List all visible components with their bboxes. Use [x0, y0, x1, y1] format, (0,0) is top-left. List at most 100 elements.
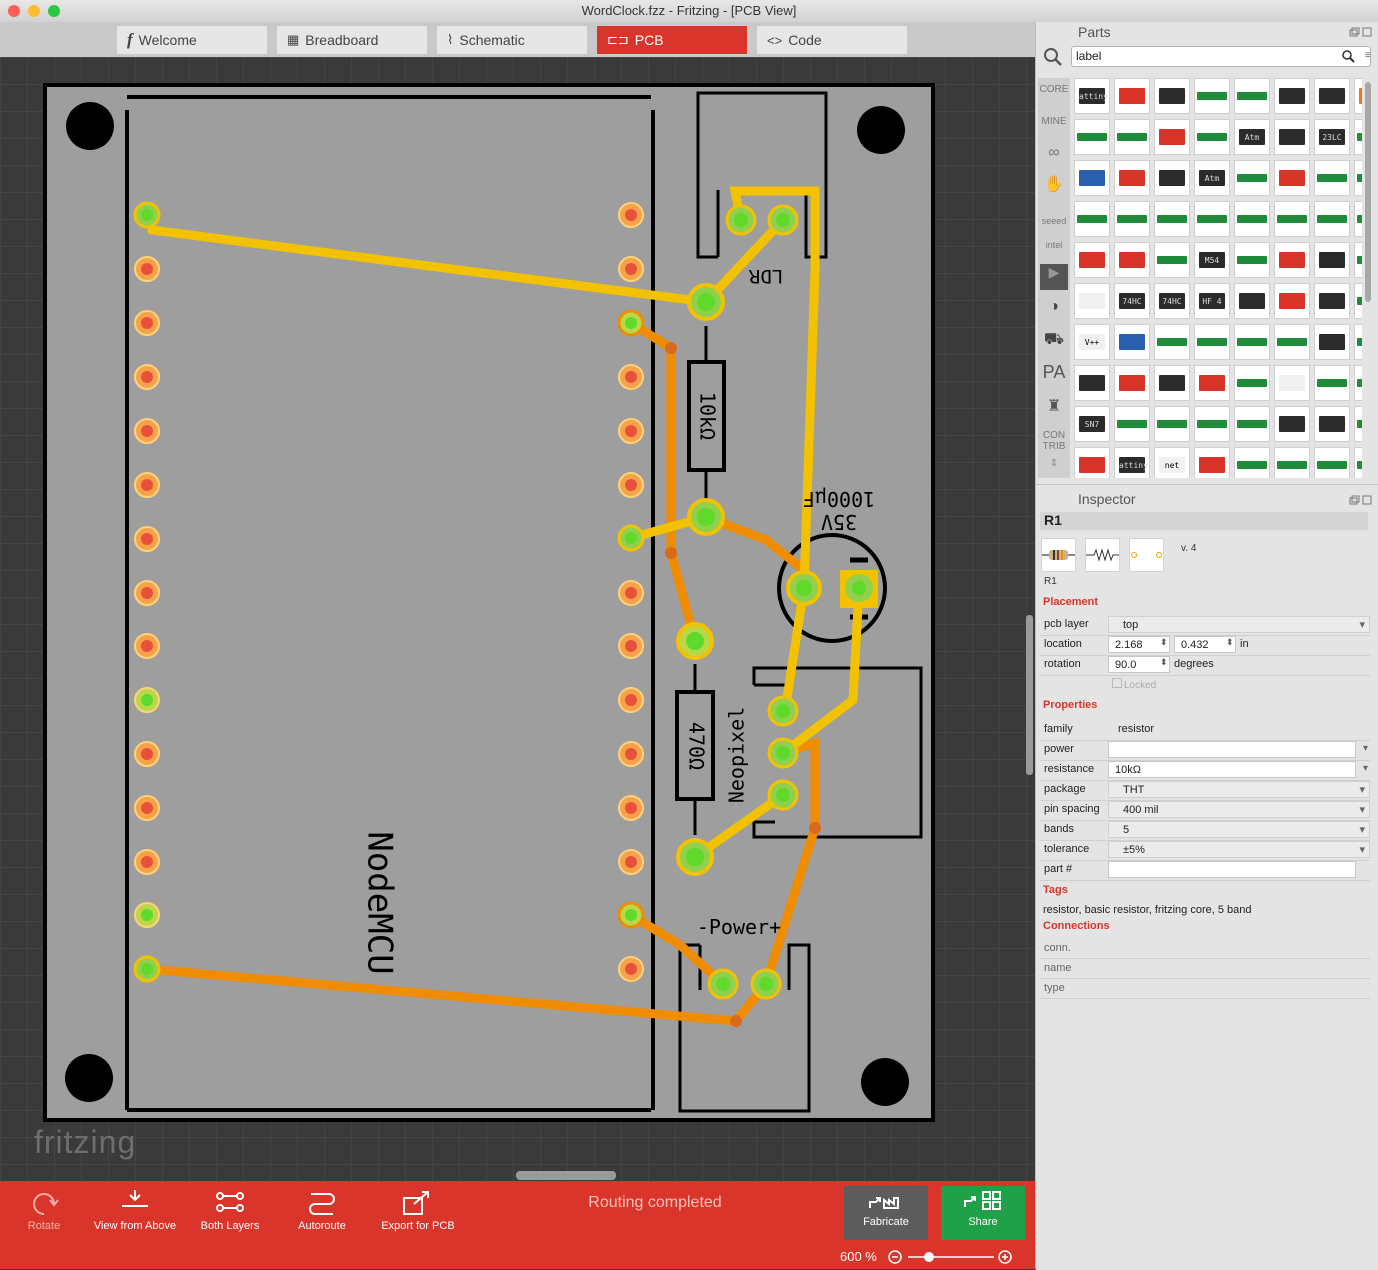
- tab-welcome[interactable]: f Welcome: [117, 26, 267, 54]
- pcb-layer-select[interactable]: top: [1108, 616, 1370, 633]
- part-tile[interactable]: [1354, 324, 1362, 360]
- property-value[interactable]: [1108, 861, 1356, 878]
- part-tile[interactable]: [1114, 406, 1150, 442]
- part-tile[interactable]: [1314, 447, 1350, 478]
- part-tile[interactable]: [1154, 406, 1190, 442]
- part-tile[interactable]: [1154, 242, 1190, 278]
- chevron-down-icon[interactable]: ▾: [1363, 743, 1368, 754]
- part-tile[interactable]: [1194, 119, 1230, 155]
- part-tile[interactable]: [1274, 78, 1310, 114]
- share-button[interactable]: Share: [941, 1186, 1025, 1240]
- arduino-icon[interactable]: ∞: [1038, 144, 1070, 162]
- sparkfun-icon[interactable]: ◑: [1038, 298, 1070, 316]
- canvas-vertical-scrollbar[interactable]: [1026, 615, 1033, 775]
- part-tile[interactable]: [1114, 78, 1150, 114]
- car-icon[interactable]: ⛟: [1038, 330, 1070, 350]
- part-tile[interactable]: [1194, 201, 1230, 237]
- part-tile[interactable]: [1314, 242, 1350, 278]
- part-tile[interactable]: [1314, 283, 1350, 319]
- part-tile[interactable]: [1074, 447, 1110, 478]
- part-tile[interactable]: SN7: [1074, 406, 1110, 442]
- part-tile[interactable]: [1114, 365, 1150, 401]
- tab-schematic[interactable]: ⌇ Schematic: [437, 26, 587, 54]
- part-tile[interactable]: [1234, 201, 1270, 237]
- part-tile[interactable]: [1194, 78, 1230, 114]
- tab-breadboard[interactable]: ▦ Breadboard: [277, 26, 427, 54]
- part-tile[interactable]: [1274, 365, 1310, 401]
- part-tile[interactable]: [1234, 406, 1270, 442]
- part-tile[interactable]: 74HC: [1114, 283, 1150, 319]
- part-tile[interactable]: [1074, 119, 1110, 155]
- part-tile[interactable]: [1234, 365, 1270, 401]
- part-tile[interactable]: [1194, 406, 1230, 442]
- part-tile[interactable]: [1274, 242, 1310, 278]
- bin-mine[interactable]: MINE: [1038, 116, 1070, 127]
- piano-icon[interactable]: ♜: [1038, 396, 1070, 416]
- property-value[interactable]: THT: [1108, 781, 1370, 798]
- property-value[interactable]: ±5%: [1108, 841, 1370, 858]
- part-tile[interactable]: [1234, 78, 1270, 114]
- video-bin-icon[interactable]: ▶: [1040, 264, 1068, 290]
- part-tile[interactable]: [1314, 201, 1350, 237]
- part-tile[interactable]: [1154, 365, 1190, 401]
- part-tile[interactable]: attiny: [1074, 78, 1110, 114]
- pcb-canvas[interactable]: LDR 10kΩ 35V 1000μF Neopixel 470Ω NodeMC…: [0, 57, 1035, 1181]
- part-tile[interactable]: M54: [1194, 242, 1230, 278]
- part-tile[interactable]: [1274, 324, 1310, 360]
- part-tile[interactable]: [1114, 324, 1150, 360]
- part-tile[interactable]: [1354, 283, 1362, 319]
- bin-core[interactable]: CORE: [1038, 84, 1070, 95]
- part-tile[interactable]: [1354, 78, 1362, 114]
- part-tile[interactable]: [1274, 447, 1310, 478]
- bin-scroll-arrows-icon[interactable]: ⇕: [1038, 458, 1070, 469]
- part-tile[interactable]: [1314, 365, 1350, 401]
- bin-intel[interactable]: intel: [1038, 240, 1070, 250]
- part-tile[interactable]: [1314, 78, 1350, 114]
- bin-pa[interactable]: PA: [1038, 362, 1070, 383]
- part-tile[interactable]: [1274, 406, 1310, 442]
- panel-float-icon[interactable]: [1348, 27, 1372, 39]
- chevron-down-icon[interactable]: ▾: [1363, 763, 1368, 774]
- part-tile[interactable]: [1074, 160, 1110, 196]
- rotation-stepper-icon[interactable]: ⬍: [1160, 657, 1168, 668]
- part-tile[interactable]: [1314, 406, 1350, 442]
- part-tile[interactable]: [1354, 119, 1362, 155]
- property-value[interactable]: 10kΩ: [1108, 761, 1356, 778]
- property-value[interactable]: 5: [1108, 821, 1370, 838]
- part-tile[interactable]: [1354, 447, 1362, 478]
- part-tile[interactable]: [1114, 160, 1150, 196]
- parts-search-input[interactable]: label: [1071, 46, 1371, 67]
- part-tile[interactable]: [1354, 160, 1362, 196]
- zoom-slider-handle[interactable]: [924, 1252, 934, 1262]
- zoom-slider[interactable]: [886, 1246, 1016, 1269]
- part-tile[interactable]: [1314, 324, 1350, 360]
- location-x-stepper-icon[interactable]: ⬍: [1160, 637, 1168, 648]
- part-tile[interactable]: [1234, 160, 1270, 196]
- part-tile[interactable]: [1114, 119, 1150, 155]
- part-tile[interactable]: attiny: [1114, 447, 1150, 478]
- autoroute-button[interactable]: Autoroute: [293, 1181, 351, 1246]
- menu-icon[interactable]: ≡: [1365, 50, 1371, 61]
- property-value[interactable]: 400 mil: [1108, 801, 1370, 818]
- part-tile[interactable]: [1114, 201, 1150, 237]
- locked-checkbox[interactable]: Locked: [1112, 678, 1156, 691]
- part-tile[interactable]: [1354, 365, 1362, 401]
- part-tile[interactable]: [1194, 365, 1230, 401]
- part-tile[interactable]: [1194, 447, 1230, 478]
- part-tile[interactable]: [1074, 283, 1110, 319]
- view-from-above-button[interactable]: View from Above: [92, 1181, 178, 1246]
- parts-scrollbar[interactable]: [1365, 82, 1371, 302]
- part-tile[interactable]: HF 4: [1194, 283, 1230, 319]
- part-tile[interactable]: [1234, 242, 1270, 278]
- part-tile[interactable]: [1274, 160, 1310, 196]
- search-icon[interactable]: [1042, 46, 1064, 68]
- export-for-pcb-button[interactable]: Export for PCB: [380, 1181, 456, 1246]
- part-tile[interactable]: [1074, 242, 1110, 278]
- part-tile[interactable]: 74HC: [1154, 283, 1190, 319]
- rotate-button[interactable]: Rotate: [22, 1181, 66, 1246]
- both-layers-button[interactable]: Both Layers: [198, 1181, 262, 1246]
- part-tile[interactable]: [1114, 242, 1150, 278]
- part-tile[interactable]: [1154, 160, 1190, 196]
- part-tile[interactable]: [1154, 78, 1190, 114]
- part-tile[interactable]: [1274, 283, 1310, 319]
